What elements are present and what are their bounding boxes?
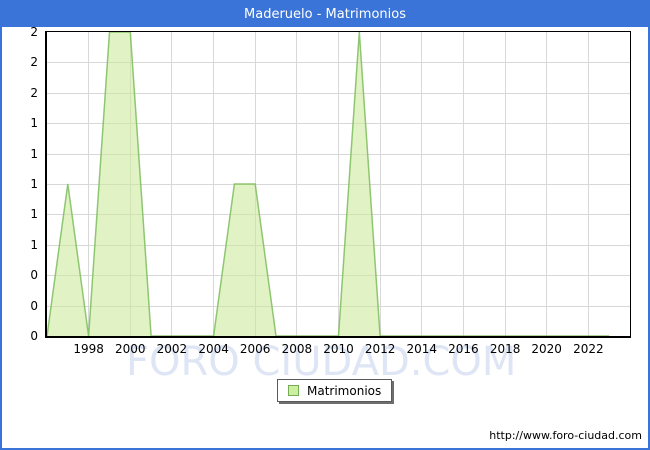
footer-url: http://www.foro-ciudad.com [489, 429, 642, 442]
y-axis-tick-label: 0 [30, 268, 38, 283]
chart-frame: Maderuelo - Matrimonios FORO CIUDAD.COM … [0, 0, 650, 450]
legend-swatch-icon [288, 385, 299, 396]
y-axis-tick-label: 2 [30, 55, 38, 70]
legend-label: Matrimonios [307, 383, 382, 398]
y-axis-tick-label: 1 [30, 116, 38, 131]
y-axis-tick-label: 1 [30, 177, 38, 191]
y-axis-tick-label: 0 [30, 298, 38, 313]
plot-area [45, 31, 631, 338]
chart-title: Maderuelo - Matrimonios [2, 2, 648, 27]
y-axis-tick-label: 2 [30, 25, 38, 39]
legend: Matrimonios [277, 379, 393, 402]
y-axis-tick-label: 1 [30, 237, 38, 252]
y-axis-tick-label: 2 [30, 85, 38, 100]
y-axis-tick-label: 1 [30, 207, 38, 222]
area-series-matrimonios [47, 32, 610, 336]
x-axis-tick-label: 2022 [573, 342, 604, 356]
y-axis-tick-label: 1 [30, 146, 38, 161]
y-axis-tick-label: 0 [30, 329, 38, 343]
